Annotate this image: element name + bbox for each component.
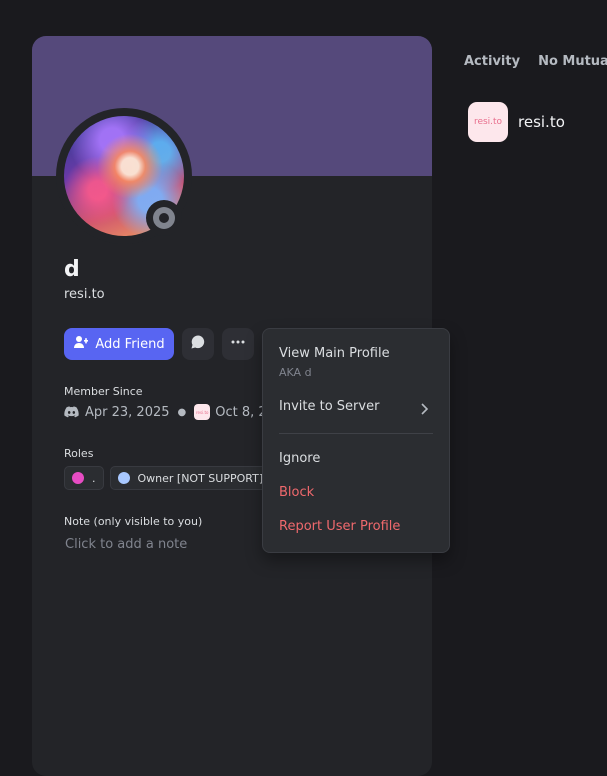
block-item[interactable]: Block (279, 485, 314, 500)
tab-activity[interactable]: Activity (464, 54, 520, 69)
activity-logo: resi.to (468, 102, 508, 142)
message-button[interactable] (182, 328, 214, 360)
member-since-row: Apr 23, 2025 ● resi.to Oct 8, 202 (64, 404, 283, 420)
discord-logo-icon (64, 406, 79, 418)
member-since-label: Member Since (64, 385, 143, 398)
activity-item[interactable]: resi.to resi.to (468, 102, 565, 142)
more-options-button[interactable] (222, 328, 254, 360)
menu-divider (279, 433, 433, 434)
ellipsis-icon (230, 334, 246, 354)
chevron-right-icon (419, 401, 429, 420)
chat-bubble-icon (190, 334, 206, 354)
report-user-profile-item[interactable]: Report User Profile (279, 519, 400, 534)
role-name: . (92, 471, 96, 485)
ignore-item[interactable]: Ignore (279, 451, 320, 466)
note-input[interactable]: Click to add a note (65, 537, 187, 552)
display-name: d (64, 257, 80, 282)
offline-status-icon (153, 207, 175, 229)
roles-list: . Owner [NOT SUPPORT] (64, 466, 272, 490)
role-color-dot (72, 472, 84, 484)
roles-label: Roles (64, 447, 94, 460)
add-friend-button[interactable]: Add Friend (64, 328, 174, 360)
role-name: Owner [NOT SUPPORT] (137, 471, 264, 485)
activity-name: resi.to (518, 113, 565, 131)
status-badge (146, 200, 182, 236)
server-logo-icon: resi.to (194, 404, 211, 420)
role-color-dot (117, 472, 130, 484)
role-pill[interactable]: Owner [NOT SUPPORT] (109, 466, 272, 490)
invite-to-server-item[interactable]: Invite to Server (279, 399, 379, 414)
avatar-wrapper[interactable] (56, 108, 192, 244)
username: resi.to (64, 287, 105, 302)
discord-join-date: Apr 23, 2025 (85, 404, 170, 420)
add-friend-icon (73, 334, 89, 354)
tab-mutual-friends[interactable]: No Mutual F (538, 54, 607, 69)
profile-tabs: Activity No Mutual F (464, 54, 607, 69)
role-pill[interactable]: . (64, 466, 104, 490)
context-menu: View Main Profile AKA d Invite to Server… (262, 328, 450, 553)
add-friend-label: Add Friend (95, 336, 165, 352)
view-main-profile-item[interactable]: View Main Profile (279, 346, 390, 361)
note-label: Note (only visible to you) (64, 515, 203, 528)
aka-subtitle: AKA d (279, 366, 312, 379)
